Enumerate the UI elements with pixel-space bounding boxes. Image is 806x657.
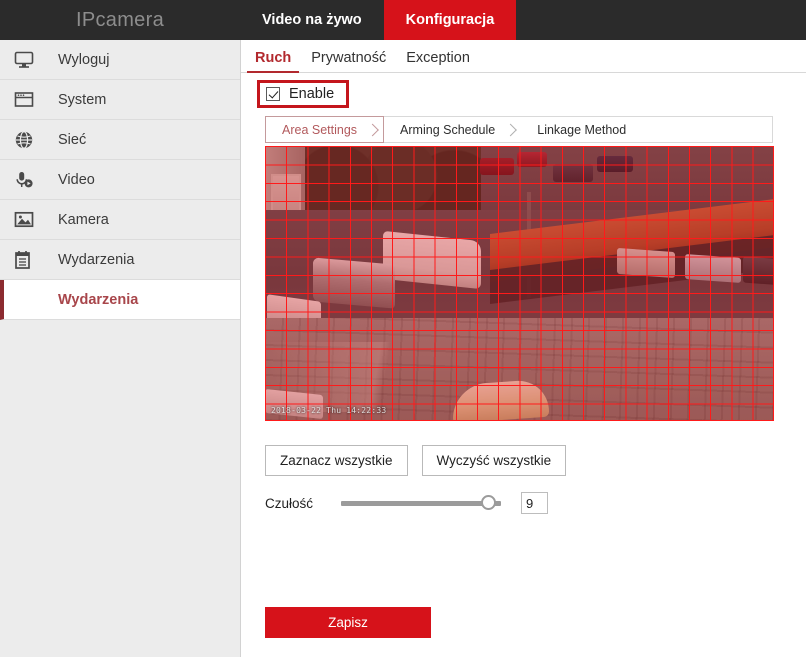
sensitivity-slider-thumb[interactable] — [481, 495, 496, 510]
sidebar-subitem-wydarzenia[interactable]: Wydarzenia — [0, 280, 240, 320]
sidebar-item-wydarzenia[interactable]: Wydarzenia — [0, 240, 240, 280]
subtab-area-settings-label: Area Settings — [282, 122, 358, 137]
sidebar-item-system[interactable]: System — [0, 80, 240, 120]
top-header-bar: IPcamera Video na żywo Konfiguracja — [0, 0, 806, 40]
chevron-right-icon — [366, 123, 379, 136]
subtab-area-settings[interactable]: Area Settings — [265, 116, 385, 143]
sidebar-item-wyloguj[interactable]: Wyloguj — [0, 40, 240, 80]
tab-ruch[interactable]: Ruch — [245, 50, 301, 73]
main-content: Ruch Prywatność Exception Enable Area Se… — [241, 40, 806, 657]
nav-tab-live-video[interactable]: Video na żywo — [240, 0, 384, 40]
video-osd-timestamp: 2018-03-22 Thu 14:22:33 — [271, 406, 387, 415]
clear-all-button[interactable]: Wyczyść wszystkie — [421, 445, 567, 476]
sidebar-label-kamera: Kamera — [58, 211, 109, 228]
monitor-icon — [14, 47, 44, 73]
area-subtab-bar: Area Settings Arming Schedule Linkage Me… — [265, 116, 773, 143]
sidebar-label-system: System — [58, 91, 107, 108]
sidebar-label-siec: Sieć — [58, 131, 87, 148]
subtab-linkage-method-label: Linkage Method — [537, 122, 627, 137]
top-navigation: Video na żywo Konfiguracja — [240, 0, 517, 40]
notepad-icon — [14, 247, 44, 273]
select-all-button[interactable]: Zaznacz wszystkie — [265, 445, 408, 476]
sensitivity-label: Czułość — [265, 495, 314, 511]
sensitivity-slider[interactable] — [341, 495, 501, 511]
sidebar: Wyloguj System Sieć Video Kamera Wydarze… — [0, 40, 241, 657]
sidebar-item-video[interactable]: Video — [0, 160, 240, 200]
camera-scene — [265, 146, 774, 421]
microphone-icon — [14, 167, 44, 193]
sidebar-item-siec[interactable]: Sieć — [0, 120, 240, 160]
sensitivity-slider-track — [341, 501, 501, 506]
sensitivity-value-input[interactable] — [521, 492, 548, 514]
enable-label: Enable — [289, 86, 335, 102]
enable-checkbox[interactable] — [266, 87, 280, 101]
tab-prywatnosc[interactable]: Prywatność — [301, 50, 396, 72]
content-tab-bar: Ruch Prywatność Exception — [241, 40, 806, 73]
window-icon — [14, 87, 44, 113]
sensitivity-row: Czułość — [265, 492, 685, 514]
sidebar-label-wydarzenia: Wydarzenia — [58, 251, 135, 268]
image-icon — [14, 207, 44, 233]
save-button[interactable]: Zapisz — [265, 607, 431, 638]
app-brand: IPcamera — [76, 8, 164, 31]
sidebar-label-video: Video — [58, 171, 95, 188]
motion-area-video-preview[interactable]: 2018-03-22 Thu 14:22:33 — [265, 146, 774, 421]
nav-tab-configuration[interactable]: Konfiguracja — [383, 0, 517, 40]
enable-highlight-box: Enable — [257, 80, 350, 108]
sidebar-subitem-label: Wydarzenia — [58, 291, 139, 308]
sidebar-label-wyloguj: Wyloguj — [58, 51, 110, 68]
tab-exception[interactable]: Exception — [396, 50, 480, 72]
subtab-arming-schedule[interactable]: Arming Schedule — [384, 117, 521, 142]
sidebar-item-kamera[interactable]: Kamera — [0, 200, 240, 240]
globe-icon — [14, 127, 44, 153]
area-action-buttons: Zaznacz wszystkie Wyczyść wszystkie — [265, 445, 567, 476]
chevron-right-icon — [504, 123, 518, 136]
subtab-linkage-method[interactable]: Linkage Method — [521, 117, 652, 142]
subtab-arming-schedule-label: Arming Schedule — [400, 122, 496, 137]
